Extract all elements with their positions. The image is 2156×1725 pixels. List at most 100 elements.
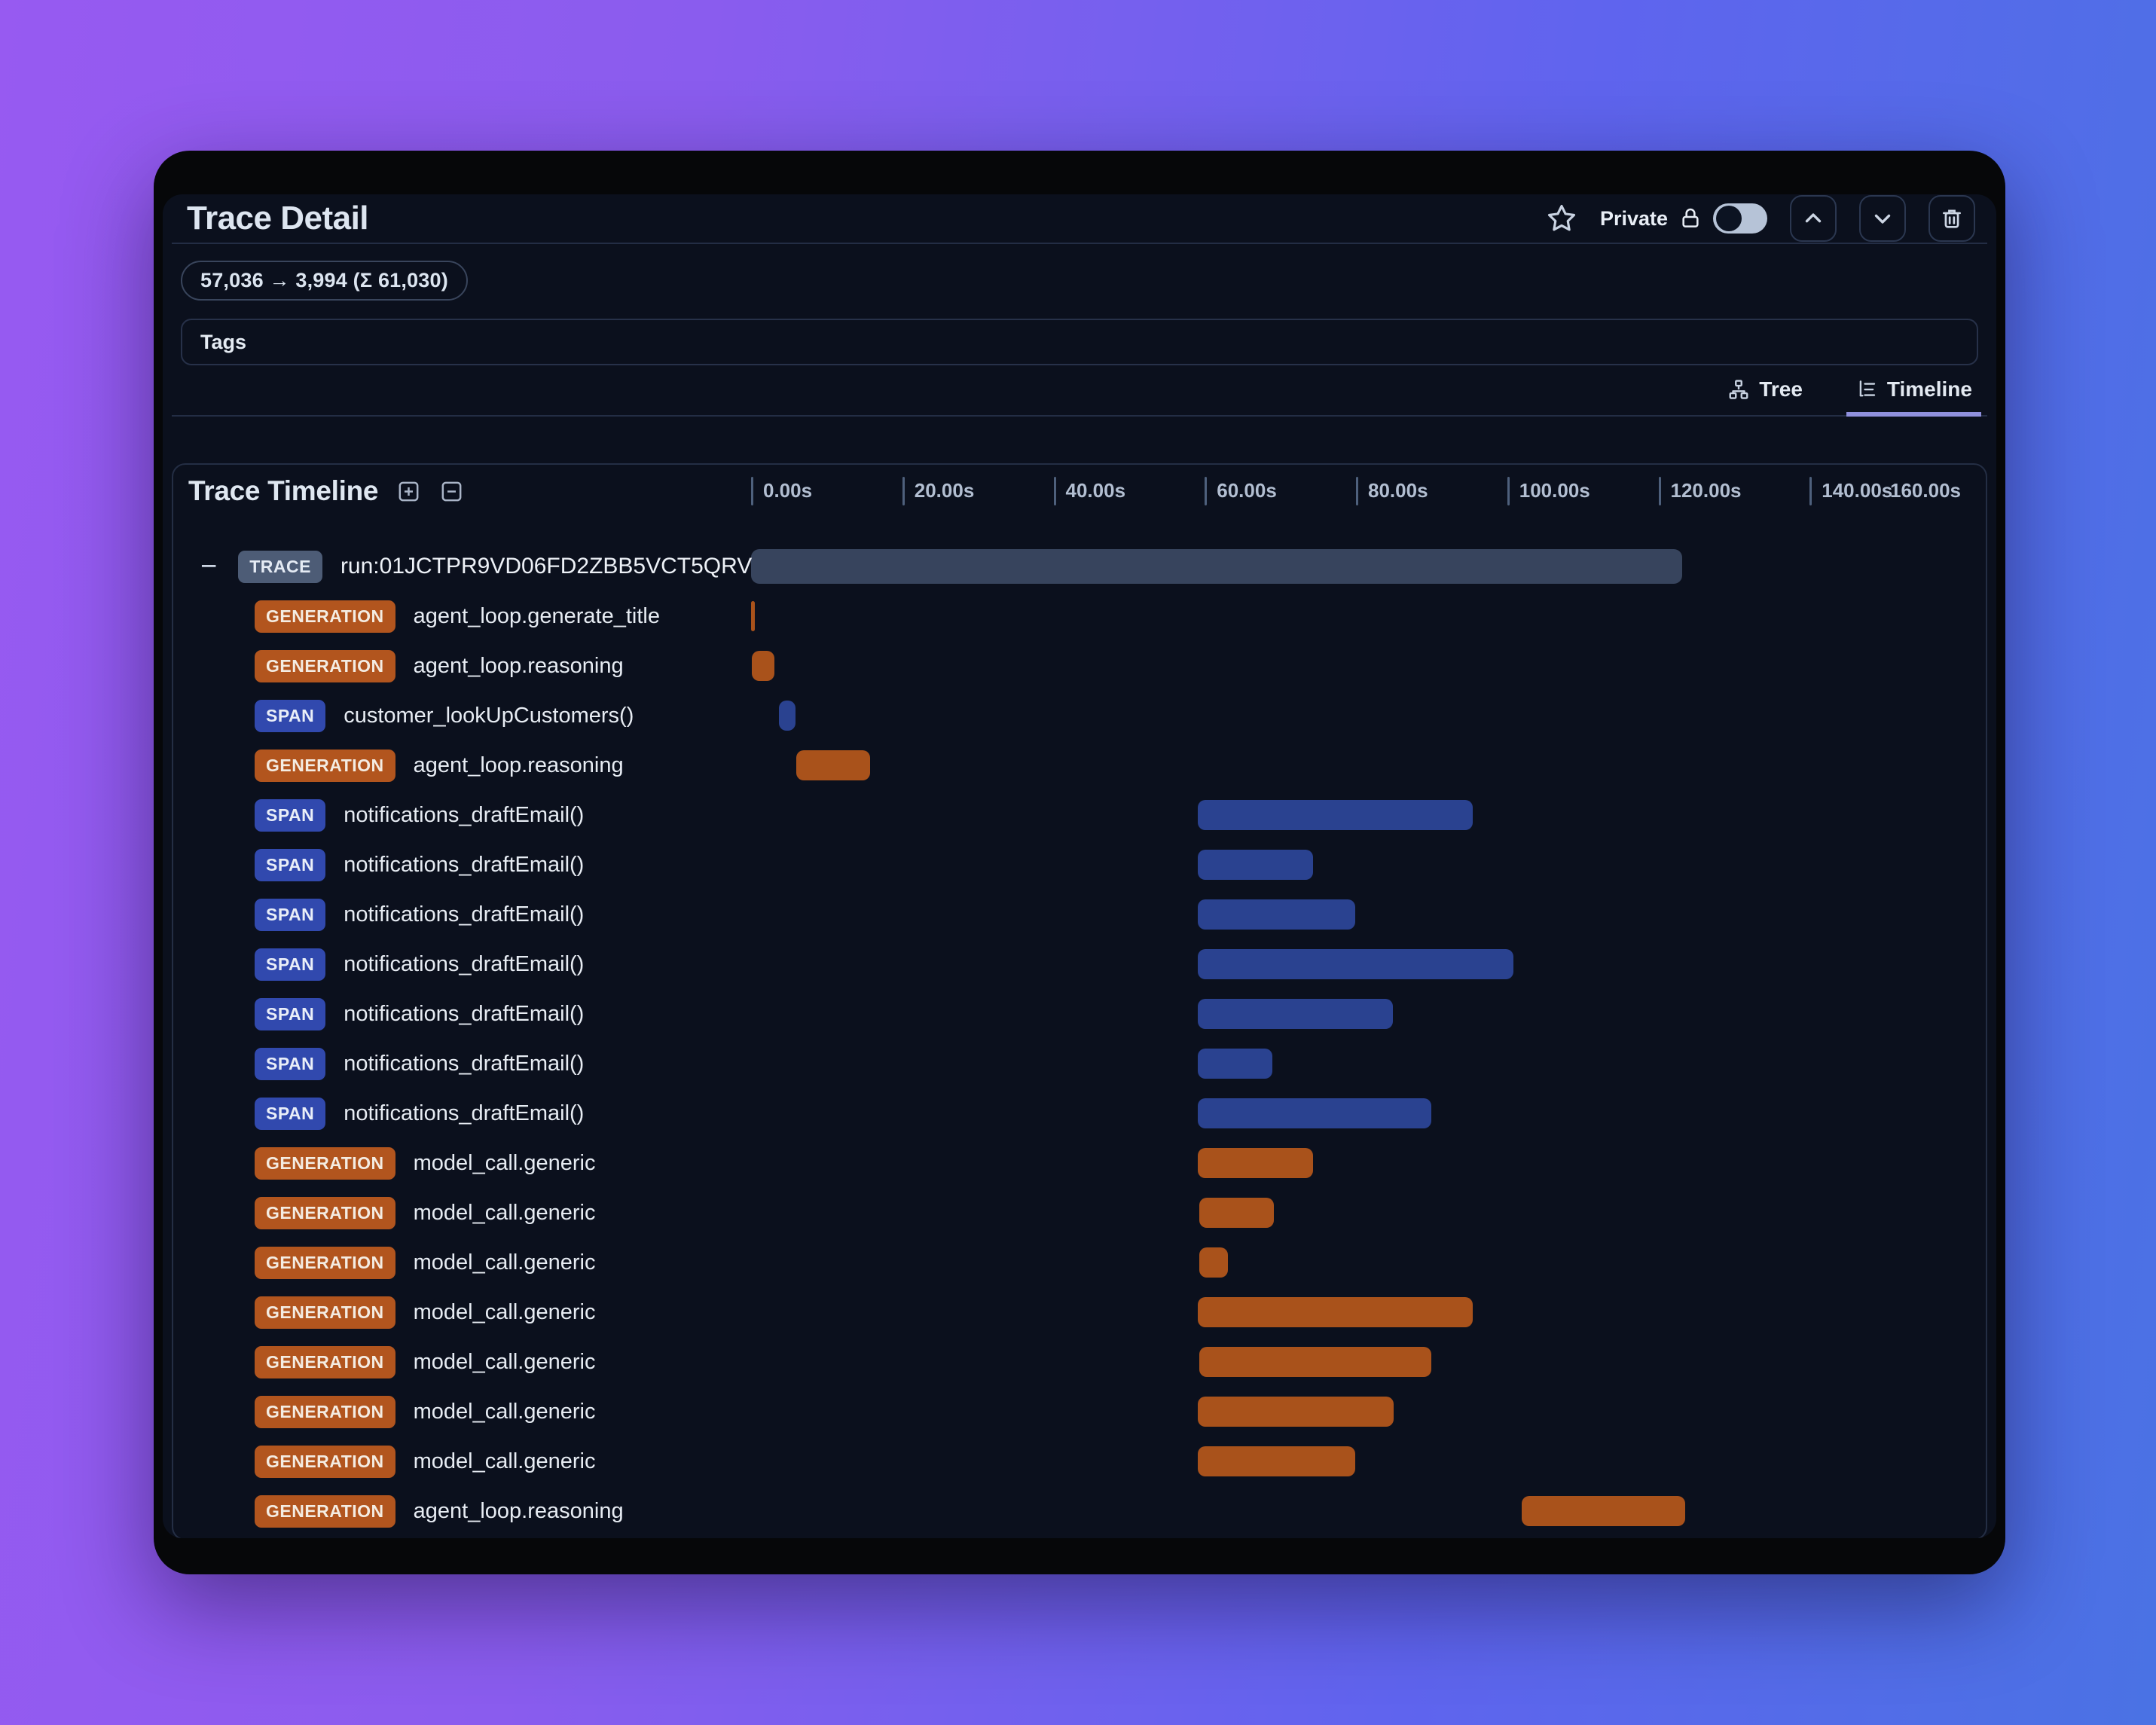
row-bar[interactable] xyxy=(1198,1397,1394,1427)
timeline-row[interactable]: GENERATION agent_loop.reasoning xyxy=(173,641,1986,691)
timeline-row[interactable]: SPAN notifications_draftEmail() xyxy=(173,1039,1986,1088)
timeline-row[interactable]: SPAN customer_lookUpCustomers() xyxy=(173,691,1986,740)
tab-timeline[interactable]: Timeline xyxy=(1846,377,1981,417)
axis-tick: 40.00s xyxy=(1053,477,1125,505)
chevron-down-icon xyxy=(1874,214,1891,224)
row-bar[interactable] xyxy=(1198,899,1355,930)
row-bar[interactable] xyxy=(1198,999,1394,1029)
row-label: notifications_draftEmail() xyxy=(344,802,585,827)
tab-tree[interactable]: Tree xyxy=(1718,377,1812,417)
row-label: model_call.generic xyxy=(413,1299,596,1324)
timeline-row[interactable]: GENERATION model_call.generic xyxy=(173,1436,1986,1486)
row-type-badge: SPAN xyxy=(255,898,326,931)
row-label: notifications_draftEmail() xyxy=(344,1001,585,1026)
collapse-all-button[interactable] xyxy=(439,479,464,504)
row-bar[interactable] xyxy=(1198,1446,1355,1476)
axis-tick: 20.00s xyxy=(902,477,974,505)
row-bar[interactable] xyxy=(779,701,796,731)
row-type-badge: SPAN xyxy=(255,997,326,1030)
row-label: agent_loop.reasoning xyxy=(413,1498,624,1523)
row-label: agent_loop.reasoning xyxy=(413,653,624,678)
row-type-badge: GENERATION xyxy=(255,1196,395,1229)
tab-timeline-label: Timeline xyxy=(1886,377,1972,401)
trace-timeline-header: Trace Timeline xyxy=(188,475,464,507)
tree-icon xyxy=(1729,380,1748,399)
row-bar[interactable] xyxy=(1199,1347,1432,1377)
collapse-down-button[interactable] xyxy=(1859,195,1906,242)
row-type-badge: GENERATION xyxy=(255,1345,395,1378)
axis-tick: 140.00s xyxy=(1809,477,1892,505)
row-label: model_call.generic xyxy=(413,1250,596,1275)
plus-square-icon xyxy=(399,481,419,501)
row-type-badge: GENERATION xyxy=(255,1445,395,1478)
timeline-row[interactable]: GENERATION model_call.generic xyxy=(173,1337,1986,1387)
row-bar[interactable] xyxy=(796,750,870,780)
tags-input[interactable]: Tags xyxy=(181,319,1978,365)
expand-all-button[interactable] xyxy=(396,479,421,504)
chevron-up-icon xyxy=(1805,213,1822,223)
delete-button[interactable] xyxy=(1928,195,1975,242)
row-label: model_call.generic xyxy=(413,1349,596,1374)
trash-icon xyxy=(1943,209,1961,228)
row-type-badge: SPAN xyxy=(255,948,326,981)
timeline-row[interactable]: SPAN notifications_draftEmail() xyxy=(173,939,1986,989)
axis-tick: 80.00s xyxy=(1356,477,1428,505)
row-type-badge: SPAN xyxy=(255,798,326,832)
row-label: customer_lookUpCustomers() xyxy=(344,703,634,728)
row-bar[interactable] xyxy=(1198,1049,1272,1079)
row-type-badge: GENERATION xyxy=(255,1494,395,1528)
row-bar[interactable] xyxy=(1198,1098,1432,1128)
row-bar[interactable] xyxy=(752,651,775,681)
collapse-toggle[interactable]: − xyxy=(200,552,217,581)
row-bar[interactable] xyxy=(751,549,1682,584)
timeline-row[interactable]: GENERATION agent_loop.reasoning xyxy=(173,1486,1986,1536)
row-type-badge: SPAN xyxy=(255,1097,326,1130)
timeline-row[interactable]: SPAN notifications_draftEmail() xyxy=(173,1088,1986,1138)
timeline-icon xyxy=(1859,380,1876,397)
timeline-row[interactable]: GENERATION model_call.generic xyxy=(173,1238,1986,1287)
row-bar[interactable] xyxy=(1198,1297,1473,1327)
token-usage-badge: 57,036 → 3,994 (Σ 61,030) xyxy=(181,261,468,301)
timeline-row[interactable]: GENERATION model_call.generic xyxy=(173,1287,1986,1337)
timeline-row[interactable]: GENERATION model_call.generic xyxy=(173,1138,1986,1188)
row-label: notifications_draftEmail() xyxy=(344,852,585,877)
axis-tick: 0.00s xyxy=(751,477,812,505)
timeline-row[interactable]: GENERATION model_call.generic xyxy=(173,1387,1986,1436)
row-bar[interactable] xyxy=(1198,800,1473,830)
row-bar[interactable] xyxy=(1199,1198,1274,1228)
row-type-badge: GENERATION xyxy=(255,1296,395,1329)
row-type-badge: SPAN xyxy=(255,699,326,732)
row-type-badge: SPAN xyxy=(255,848,326,881)
row-type-badge: TRACE xyxy=(238,550,322,583)
trace-detail-window: Trace Detail Private 57,036 → 3,994 (Σ 6… xyxy=(154,151,2005,1574)
collapse-up-button[interactable] xyxy=(1790,195,1837,242)
axis-tick: 120.00s xyxy=(1658,477,1741,505)
axis: 0.00s 20.00s 40.00s 60.00s 80.00s 100.00s 120.… xyxy=(751,477,1961,510)
row-label: run:01JCTPR9VD06FD2ZBB5VCT5QRV xyxy=(340,554,753,579)
privacy-toggle[interactable] xyxy=(1713,203,1767,234)
row-type-badge: GENERATION xyxy=(255,749,395,782)
row-bar[interactable] xyxy=(1198,850,1313,880)
page-title: Trace Detail xyxy=(187,200,369,237)
timeline-row[interactable]: SPAN notifications_draftEmail() xyxy=(173,840,1986,890)
row-bar[interactable] xyxy=(1198,1148,1313,1178)
timeline-row[interactable]: GENERATION model_call.generic xyxy=(173,1188,1986,1238)
timeline-row[interactable]: SPAN notifications_draftEmail() xyxy=(173,890,1986,939)
view-tabs: Tree Timeline xyxy=(172,365,1987,417)
row-label: notifications_draftEmail() xyxy=(344,902,585,927)
timeline-row[interactable]: − TRACE run:01JCTPR9VD06FD2ZBB5VCT5QRV xyxy=(173,542,1986,591)
row-bar[interactable] xyxy=(1199,1247,1229,1278)
bookmark-star-button[interactable] xyxy=(1546,203,1577,234)
row-label: agent_loop.reasoning xyxy=(413,753,624,777)
timeline-row[interactable]: GENERATION agent_loop.generate_title xyxy=(173,591,1986,641)
timeline-row[interactable]: SPAN notifications_draftEmail() xyxy=(173,989,1986,1039)
timeline-row[interactable]: GENERATION agent_loop.reasoning xyxy=(173,740,1986,790)
row-label: agent_loop.generate_title xyxy=(413,603,660,628)
header-actions: Private xyxy=(1546,195,1975,242)
tags-label: Tags xyxy=(200,330,247,353)
timeline-row[interactable]: SPAN notifications_draftEmail() xyxy=(173,790,1986,840)
row-bar[interactable] xyxy=(751,601,756,631)
row-bar[interactable] xyxy=(1521,1496,1685,1526)
privacy-label: Private xyxy=(1599,206,1668,230)
row-bar[interactable] xyxy=(1198,949,1513,979)
